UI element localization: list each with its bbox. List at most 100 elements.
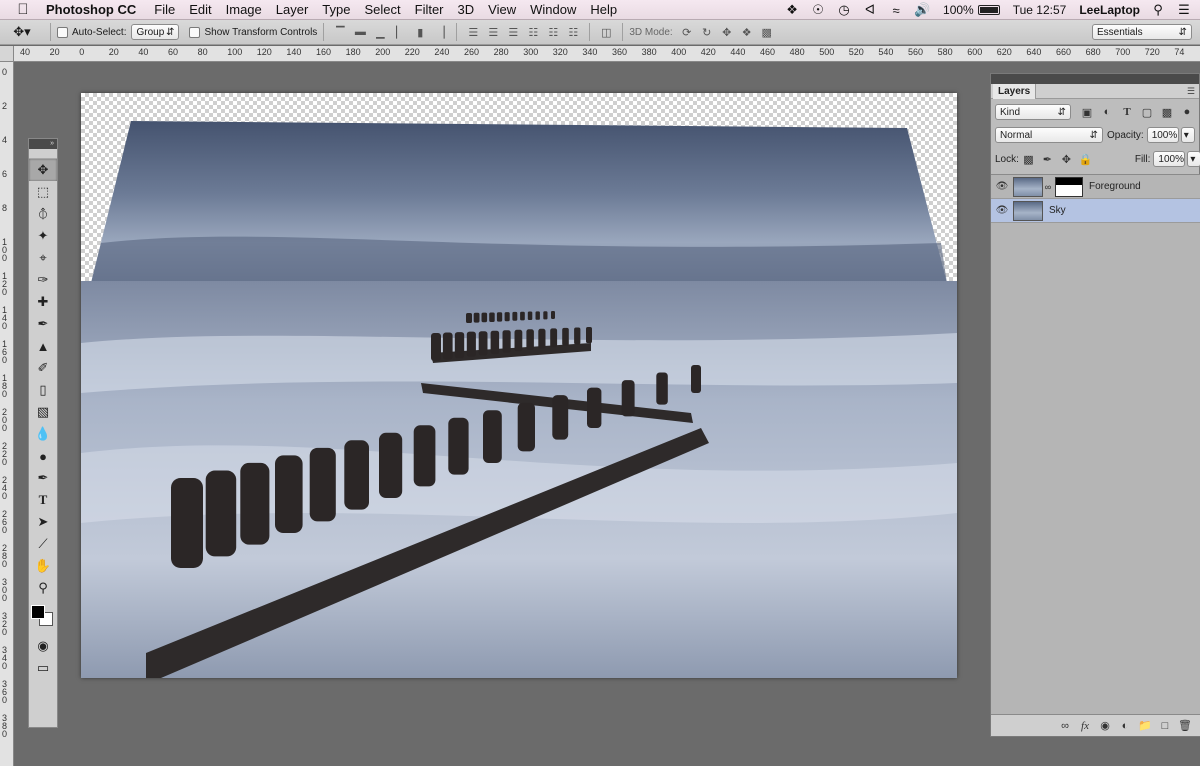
menu-layer[interactable]: Layer (276, 2, 309, 17)
creative-cloud-icon[interactable]: ☉ (810, 2, 826, 18)
horizontal-ruler[interactable]: 40 20 0 20 40 60 80 100 120 140 160 180 200 220 240 260… (14, 46, 1200, 62)
tab-layers[interactable]: Layers (993, 84, 1037, 99)
filter-shape-icon[interactable]: ▢ (1137, 105, 1157, 119)
tools-panel-grip[interactable] (29, 149, 57, 159)
auto-select-checkbox[interactable] (57, 26, 68, 38)
dropbox-icon[interactable]: ❖ (784, 2, 800, 18)
distribute-bottom-icon[interactable]: ☰ (505, 25, 521, 39)
screen-mode-icon[interactable]: ▭ (29, 657, 57, 679)
distribute-hcenter-icon[interactable]: ☷ (545, 25, 561, 39)
line-tool-icon[interactable]: ⟋ (29, 533, 57, 555)
move-tool-icon[interactable]: ✥ (29, 159, 57, 181)
notification-center-icon[interactable]: ☰ (1176, 2, 1192, 18)
align-vcenter-icon[interactable]: ▬ (352, 25, 368, 39)
bluetooth-icon[interactable]: ᐊ (862, 2, 878, 18)
menu-image[interactable]: Image (226, 2, 262, 17)
healing-brush-tool-icon[interactable]: ✚ (29, 291, 57, 313)
dodge-tool-icon[interactable]: ● (29, 445, 57, 467)
user-menu[interactable]: LeeLaptop (1079, 3, 1140, 17)
filter-smart-object-icon[interactable]: ▩ (1157, 105, 1177, 119)
workspace-dropdown[interactable]: Essentials ⇵ (1092, 24, 1192, 40)
show-transform-checkbox[interactable] (189, 26, 201, 38)
lock-transparent-icon[interactable]: ▩ (1019, 152, 1038, 166)
eyedropper-tool-icon[interactable]: ✑ (29, 269, 57, 291)
distribute-vcenter-icon[interactable]: ☰ (485, 25, 501, 39)
menu-3d[interactable]: 3D (458, 2, 475, 17)
menu-window[interactable]: Window (530, 2, 576, 17)
vertical-ruler[interactable]: 0 2 4 6 8 100 120 140 160 180 200 220 240 260 280 300 32… (0, 46, 14, 766)
marquee-tool-icon[interactable]: ⬚ (29, 181, 57, 203)
pen-tool-icon[interactable]: ✒ (29, 467, 57, 489)
lock-position-icon[interactable]: ✥ (1057, 152, 1076, 166)
opacity-field[interactable]: 100% (1146, 127, 1179, 143)
3d-scale-icon[interactable]: ▩ (759, 25, 775, 39)
path-selection-tool-icon[interactable]: ➤ (29, 511, 57, 533)
layer-row-sky[interactable]: 👁 Sky (991, 199, 1200, 223)
menu-select[interactable]: Select (364, 2, 400, 17)
hand-tool-icon[interactable]: ✋ (29, 555, 57, 577)
3d-pan-icon[interactable]: ✥ (719, 25, 735, 39)
quick-mask-icon[interactable]: ◉ (29, 635, 57, 657)
visibility-eye-icon[interactable]: 👁 (991, 205, 1013, 216)
layer-row-foreground[interactable]: 👁 ∞ Foreground (991, 175, 1200, 199)
3d-slide-icon[interactable]: ❖ (739, 25, 755, 39)
quick-select-tool-icon[interactable]: ✦ (29, 225, 57, 247)
brush-tool-icon[interactable]: ✒ (29, 313, 57, 335)
menu-edit[interactable]: Edit (189, 2, 211, 17)
clock[interactable]: Tue 12:57 (1013, 3, 1067, 17)
align-left-icon[interactable]: ▏ (392, 25, 408, 39)
lock-image-icon[interactable]: ✒ (1038, 152, 1057, 166)
filter-type-icon[interactable]: T (1117, 105, 1137, 119)
delete-layer-icon[interactable]: 🗑 (1175, 719, 1195, 732)
zoom-tool-icon[interactable]: ⚲ (29, 577, 57, 599)
type-tool-icon[interactable]: T (29, 489, 57, 511)
3d-roll-icon[interactable]: ↻ (699, 25, 715, 39)
new-group-icon[interactable]: 📁 (1135, 719, 1155, 732)
mask-link-icon[interactable]: ∞ (1043, 182, 1053, 192)
battery-icon[interactable] (977, 5, 1000, 15)
layer-mask-thumbnail[interactable] (1055, 176, 1083, 197)
layer-thumbnail[interactable] (1013, 200, 1043, 221)
tools-panel-collapse[interactable]: » (29, 139, 57, 149)
menu-filter[interactable]: Filter (415, 2, 444, 17)
distribute-right-icon[interactable]: ☷ (565, 25, 581, 39)
align-bottom-icon[interactable]: ▁ (372, 25, 388, 39)
add-mask-icon[interactable]: ◉ (1095, 719, 1115, 732)
eraser-tool-icon[interactable]: ▯ (29, 379, 57, 401)
panel-title-strip[interactable] (991, 74, 1199, 84)
volume-icon[interactable]: 🔊 (914, 2, 930, 18)
opacity-slider-toggle[interactable]: ▾ (1180, 127, 1195, 143)
auto-select-dropdown[interactable]: Group ⇵ (131, 24, 180, 40)
history-brush-tool-icon[interactable]: ✐ (29, 357, 57, 379)
layer-style-icon[interactable]: fx (1075, 720, 1095, 732)
menu-file[interactable]: File (154, 2, 175, 17)
ruler-origin[interactable] (0, 46, 14, 62)
layer-thumbnail[interactable] (1013, 176, 1043, 197)
fill-field[interactable]: 100% (1153, 151, 1186, 167)
align-top-icon[interactable]: ▔ (332, 25, 348, 39)
blend-mode-dropdown[interactable]: Normal ⇵ (995, 127, 1103, 143)
filter-pixel-icon[interactable]: ▣ (1077, 105, 1097, 119)
fill-slider-toggle[interactable]: ▾ (1187, 151, 1200, 167)
layer-name[interactable]: Foreground (1089, 181, 1141, 192)
gradient-tool-icon[interactable]: ▧ (29, 401, 57, 423)
lasso-tool-icon[interactable]: ⦽ (29, 203, 57, 225)
link-layers-icon[interactable]: ∞ (1055, 720, 1075, 732)
layer-name[interactable]: Sky (1049, 205, 1066, 216)
auto-align-icon[interactable]: ◫ (598, 25, 614, 39)
clone-stamp-tool-icon[interactable]: ▲ (29, 335, 57, 357)
align-hcenter-icon[interactable]: ▮ (412, 25, 428, 39)
menu-view[interactable]: View (488, 2, 516, 17)
menu-help[interactable]: Help (590, 2, 617, 17)
crop-tool-icon[interactable]: ⌖ (29, 247, 57, 269)
filter-kind-dropdown[interactable]: Kind ⇵ (995, 104, 1071, 120)
foreground-color-swatch[interactable] (31, 605, 45, 619)
move-tool-preset-icon[interactable]: ✥▾ (0, 24, 44, 40)
wifi-icon[interactable]: ≈ (888, 3, 904, 18)
filter-toggle-icon[interactable]: ● (1177, 105, 1197, 119)
visibility-eye-icon[interactable]: 👁 (991, 181, 1013, 192)
distribute-top-icon[interactable]: ☰ (465, 25, 481, 39)
spotlight-icon[interactable]: ⚲ (1150, 2, 1166, 18)
distribute-left-icon[interactable]: ☷ (525, 25, 541, 39)
new-adjustment-icon[interactable]: ◐ (1115, 720, 1135, 732)
